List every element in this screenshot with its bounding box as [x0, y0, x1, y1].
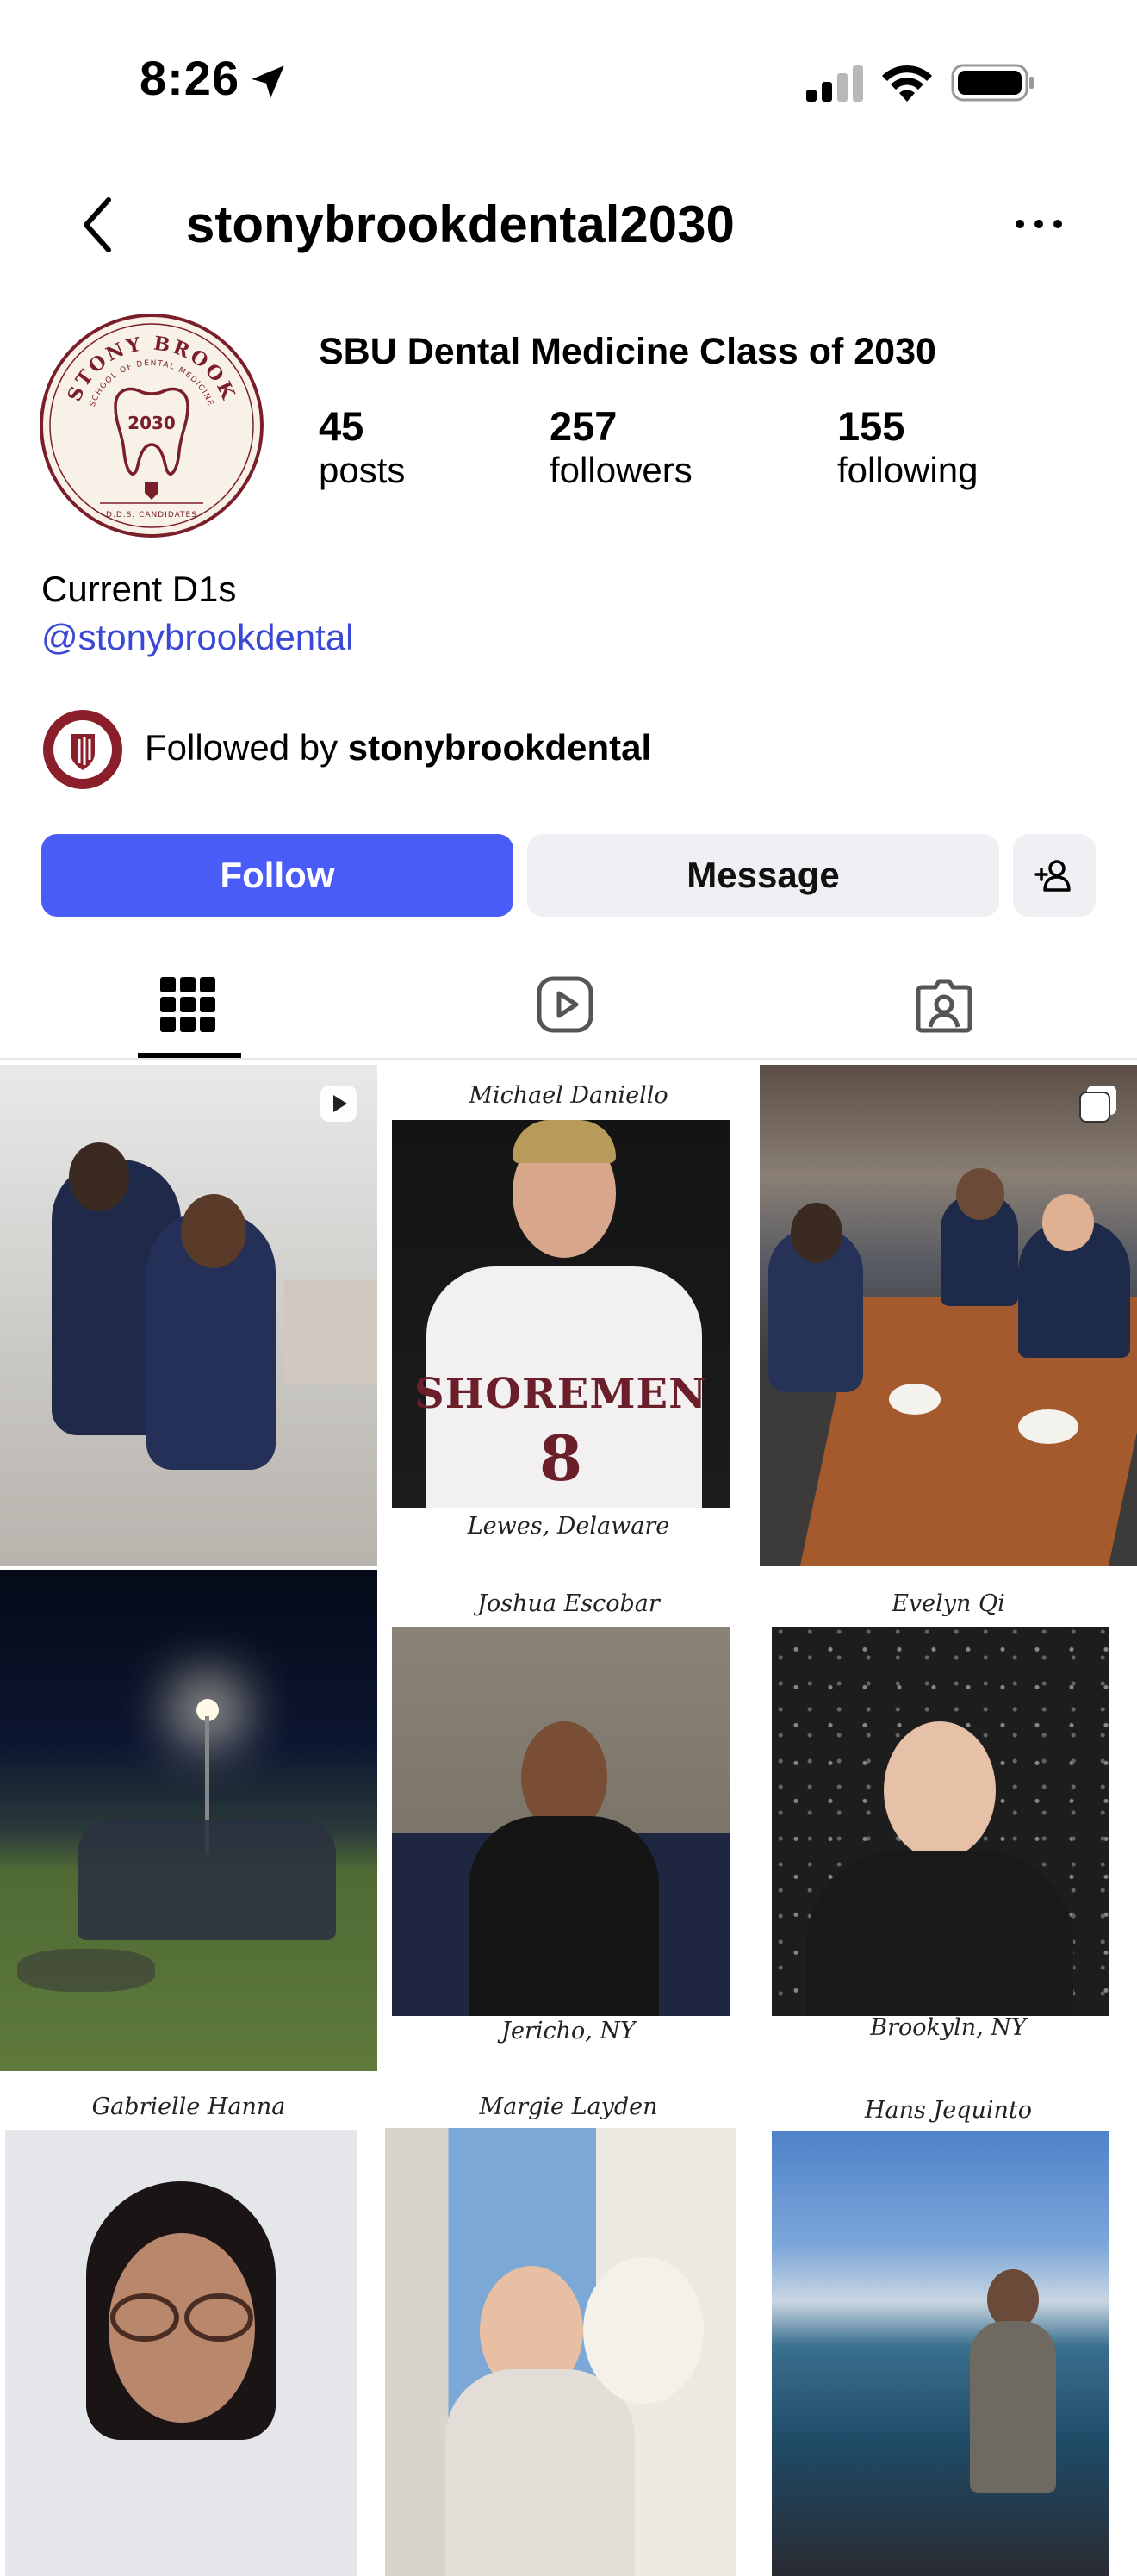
grid-post-7[interactable]: Gabrielle Hanna	[0, 2075, 377, 2576]
avatar-year-text: 2030	[127, 413, 176, 433]
grid-post-8[interactable]: Margie Layden	[380, 2075, 757, 2576]
carousel-icon	[1079, 1086, 1116, 1123]
followed-by-user[interactable]: stonybrookdental	[348, 727, 651, 768]
more-options-icon[interactable]	[1013, 214, 1065, 234]
stat-posts[interactable]: 45 posts	[319, 403, 405, 491]
back-chevron-icon[interactable]	[76, 195, 119, 255]
profile-display-name: SBU Dental Medicine Class of 2030	[319, 331, 936, 372]
jersey-text: SHOREMEN	[414, 1370, 707, 1418]
card-name: Joshua Escobar	[477, 1590, 660, 1617]
location-arrow-icon	[252, 65, 284, 98]
stat-value: 155	[837, 403, 905, 449]
profile-username: stonybrookdental2030	[186, 196, 735, 253]
stat-value: 257	[550, 403, 618, 449]
followed-by-prefix: Followed by	[145, 727, 348, 768]
stat-label: following	[837, 450, 979, 491]
followed-by-text[interactable]: Followed by stonybrookdental	[145, 727, 651, 768]
bio-mention-link[interactable]: @stonybrookdental	[41, 617, 354, 658]
cellular-signal-icon	[806, 65, 863, 102]
grid-post-2[interactable]: Michael Daniello SHOREMEN 8 Lewes, Delaw…	[380, 1065, 757, 1566]
battery-icon	[951, 64, 1034, 102]
grid-post-6[interactable]: Evelyn Qi Brookyln, NY	[760, 1570, 1137, 2071]
grid-post-5[interactable]: Joshua Escobar Jericho, NY	[380, 1570, 757, 2071]
stat-followers[interactable]: 257 followers	[550, 403, 693, 491]
card-name: Gabrielle Hanna	[91, 2094, 286, 2120]
followed-by-avatar[interactable]	[41, 708, 124, 791]
stat-following[interactable]: 155 following	[837, 403, 978, 491]
profile-bio: Current D1s	[41, 569, 237, 609]
jersey-number: 8	[538, 1422, 583, 1495]
grid-post-4[interactable]	[0, 1570, 377, 2071]
card-place: Lewes, Delaware	[467, 1513, 670, 1540]
grid-post-3[interactable]	[760, 1065, 1137, 1566]
card-name: Michael Daniello	[469, 1082, 668, 1109]
tab-divider	[0, 1058, 1137, 1060]
follow-button[interactable]: Follow	[41, 834, 513, 917]
grid-post-9[interactable]: Hans Jequinto	[760, 2075, 1137, 2576]
stat-label: followers	[550, 450, 693, 491]
suggest-people-button[interactable]	[1013, 834, 1096, 917]
grid-post-1[interactable]	[0, 1065, 377, 1566]
card-place: Brookyln, NY	[870, 2014, 1027, 2041]
profile-avatar[interactable]: STONY BROOK SCHOOL OF DENTAL MEDICINE 20…	[40, 314, 264, 538]
card-name: Hans Jequinto	[864, 2097, 1033, 2124]
message-button[interactable]: Message	[527, 834, 999, 917]
card-name: Evelyn Qi	[892, 1590, 1005, 1617]
stat-label: posts	[319, 450, 406, 491]
avatar-bottom-text: D.D.S. CANDIDATES	[106, 511, 197, 520]
wifi-icon	[882, 65, 932, 102]
add-person-icon	[1034, 860, 1071, 892]
reel-icon	[320, 1086, 357, 1122]
grid-icon[interactable]	[157, 974, 219, 1036]
tagged-icon[interactable]	[913, 974, 975, 1036]
reels-icon[interactable]	[534, 974, 596, 1036]
status-time: 8:26	[140, 51, 240, 105]
card-name: Margie Layden	[479, 2094, 658, 2120]
stat-value: 45	[319, 403, 364, 449]
card-place: Jericho, NY	[501, 2018, 636, 2044]
